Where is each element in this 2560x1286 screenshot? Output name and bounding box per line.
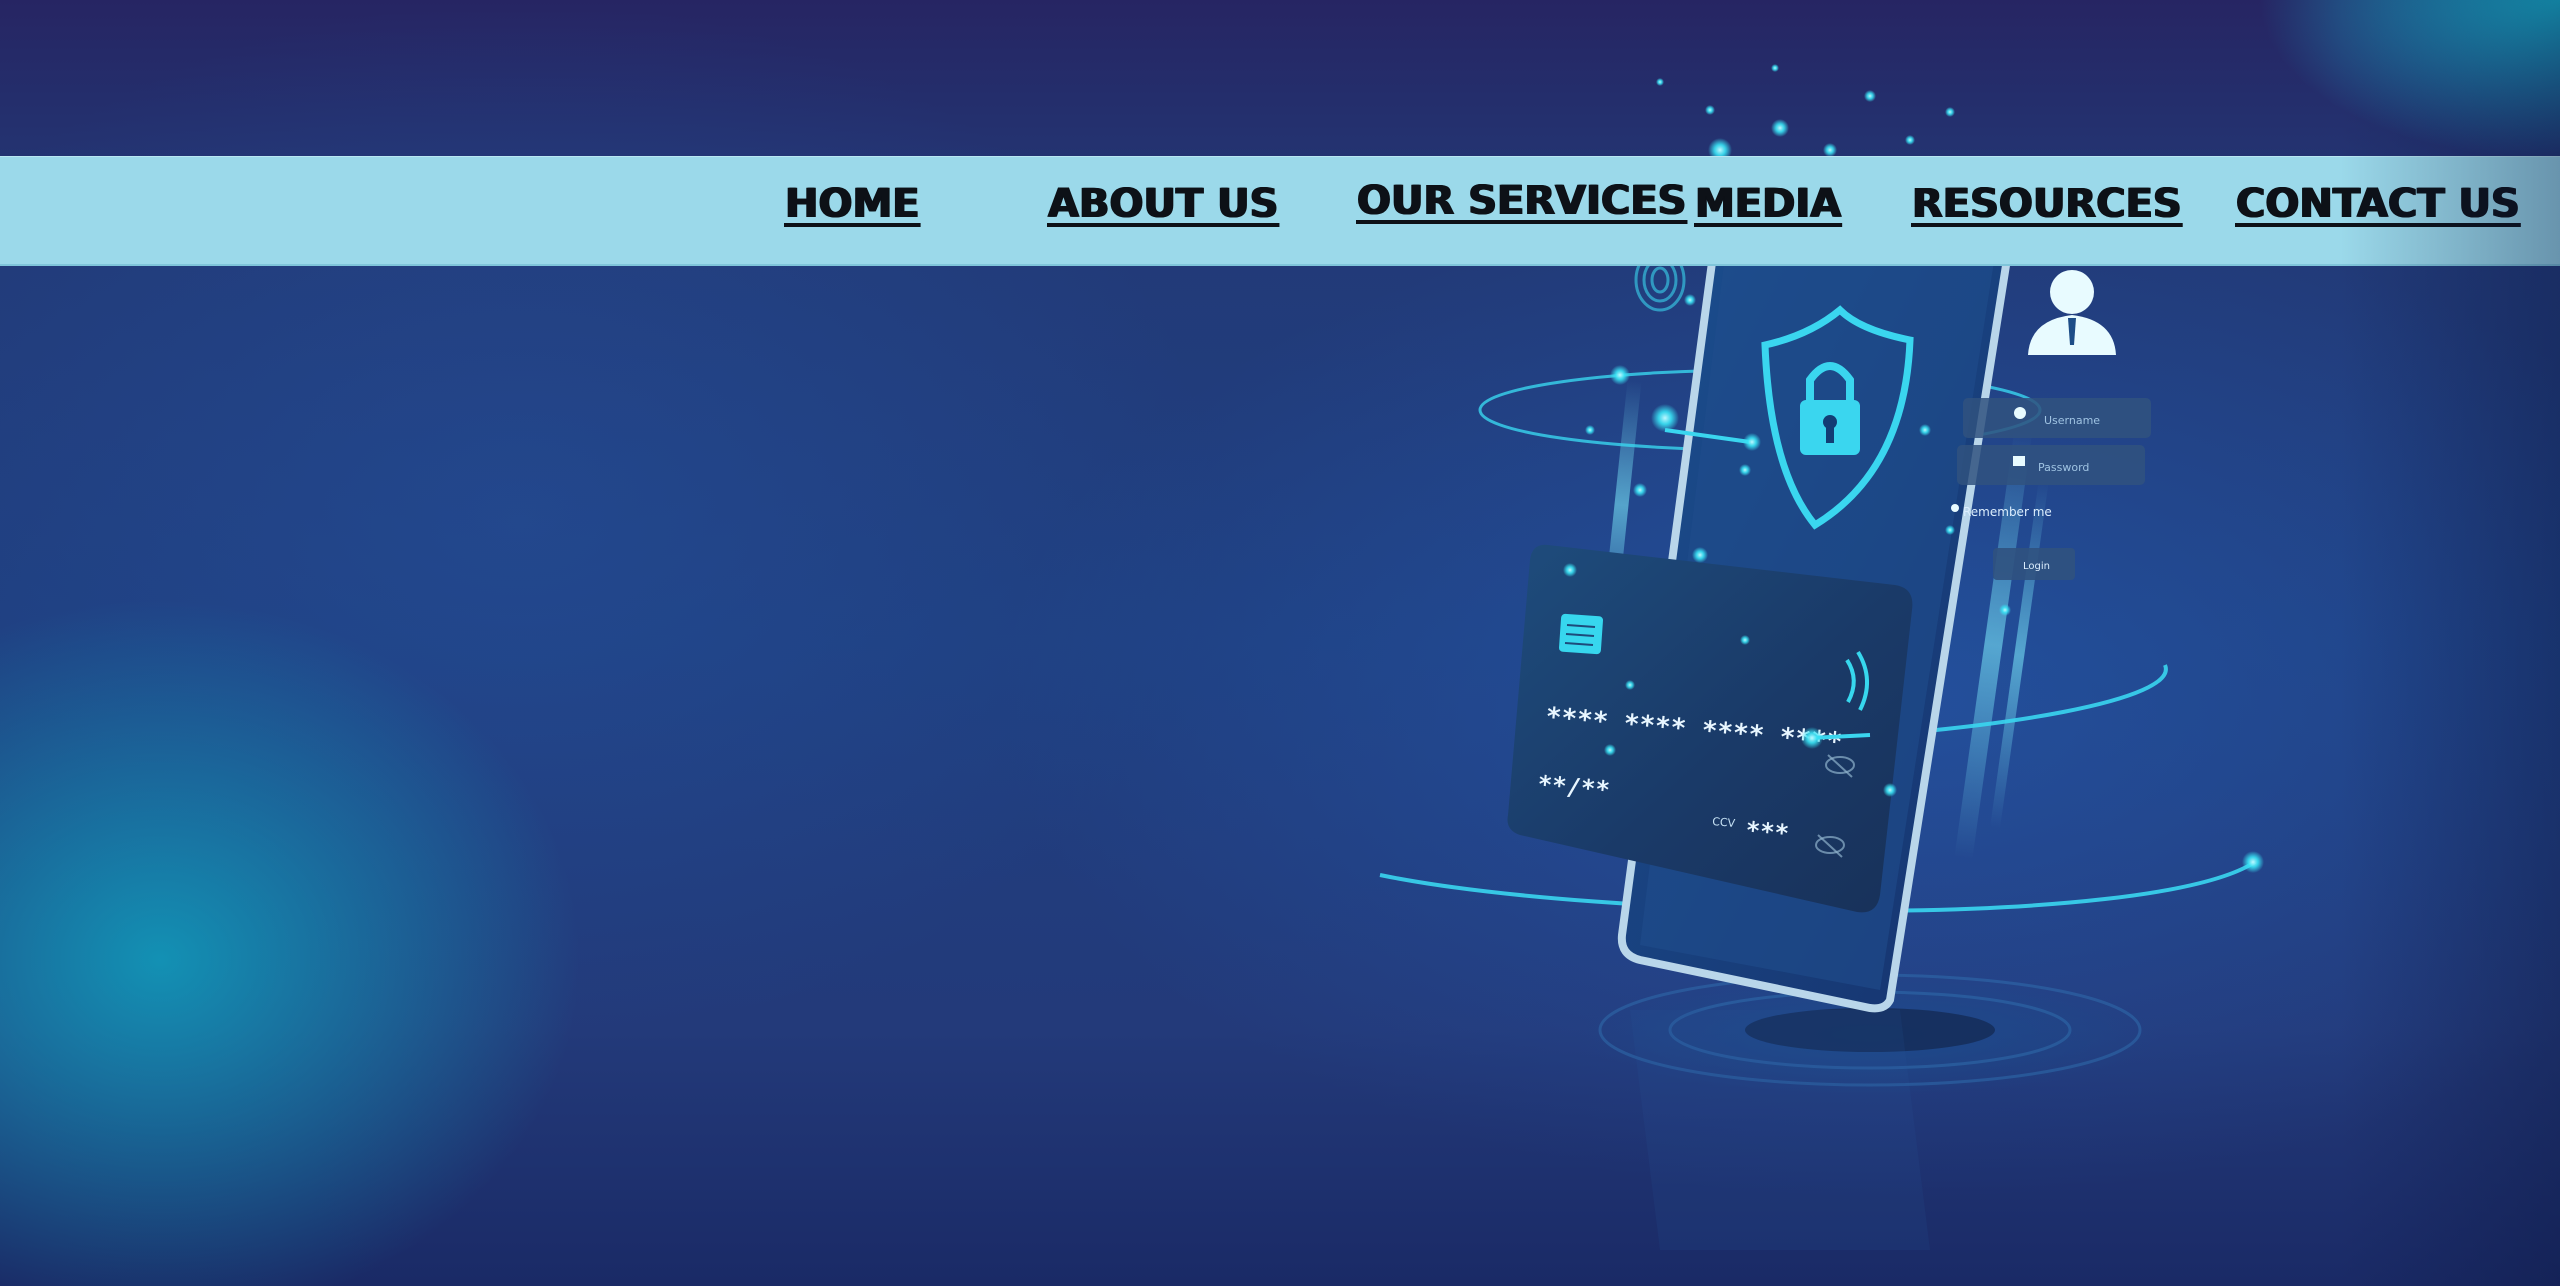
- nav-home-link[interactable]: HOME: [785, 181, 920, 227]
- login-form-graphic: Username Password Remember me Login: [1951, 398, 2151, 580]
- nav-about-us-link[interactable]: ABOUT US: [1048, 181, 1278, 227]
- nav-resources-link[interactable]: RESOURCES: [1912, 181, 2182, 227]
- svg-text:Login: Login: [2023, 561, 2050, 572]
- svg-text:Username: Username: [2044, 414, 2100, 427]
- svg-text:Remember me: Remember me: [1963, 505, 2052, 519]
- svg-text:Password: Password: [2038, 461, 2089, 474]
- svg-text:CCV: CCV: [1712, 815, 1736, 830]
- main-navbar: HOME ABOUT US OUR SERVICES MEDIA RESOURC…: [0, 156, 2560, 266]
- svg-text:**** **** **** ****: **** **** **** ****: [1544, 702, 1843, 758]
- nav-our-services-link[interactable]: OUR SERVICES: [1357, 178, 1686, 224]
- nav-contact-us-link[interactable]: CONTACT US: [2236, 181, 2520, 227]
- user-avatar-icon: [2028, 270, 2116, 355]
- shield-lock-icon: [1761, 305, 1914, 530]
- svg-text:**/**: **/**: [1536, 770, 1610, 804]
- svg-text:***: ***: [1744, 816, 1790, 848]
- credit-card-graphic: **** **** **** **** **/** CCV ***: [1507, 544, 1913, 913]
- hero-background: Username Password Remember me Login ****…: [0, 0, 2560, 1286]
- phone-graphic: [1617, 236, 2015, 1013]
- nav-media-link[interactable]: MEDIA: [1695, 181, 1841, 227]
